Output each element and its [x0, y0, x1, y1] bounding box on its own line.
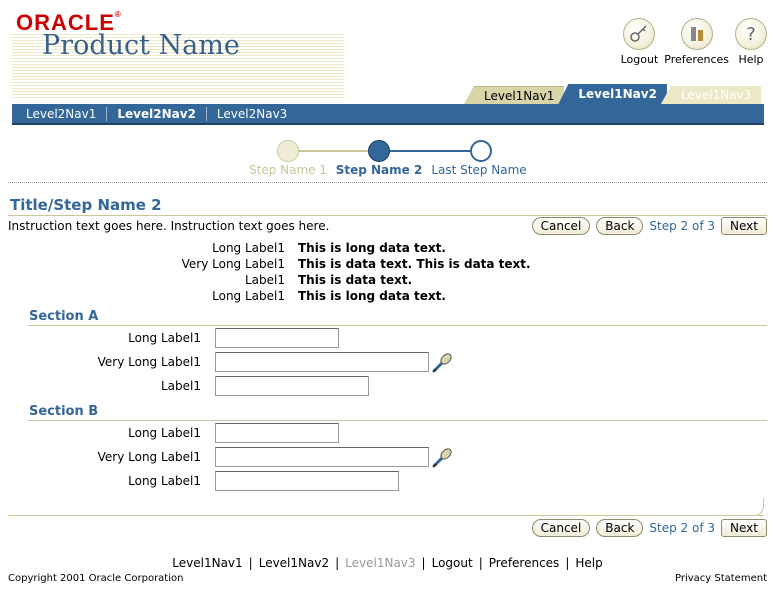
cancel-button[interactable]: Cancel	[531, 217, 591, 235]
preferences-button[interactable]: Preferences	[664, 18, 729, 66]
preferences-icon	[680, 18, 713, 50]
form-row: Long Label1	[0, 471, 775, 493]
dotted-divider	[8, 182, 767, 183]
section-b-very-long-label1-input[interactable]	[215, 447, 429, 467]
field-label: Very Long Label1	[97, 450, 201, 464]
logout-button[interactable]: Logout	[620, 18, 659, 66]
readonly-value: This is data text. This is data text.	[298, 257, 531, 271]
step-indicator-bottom: Step 2 of 3	[649, 521, 716, 535]
footer-separator: |	[421, 556, 426, 570]
branding-area: ORACLE® Product Name	[12, 10, 344, 98]
tab-level1nav3: Level1Nav3	[660, 86, 762, 104]
help-label: Help	[738, 53, 764, 66]
help-question-icon: ?	[735, 18, 767, 50]
help-button[interactable]: ? Help	[735, 18, 767, 66]
train-line-next	[389, 150, 481, 152]
footer-link-logout[interactable]: Logout	[432, 556, 473, 570]
field-label: Long Label1	[128, 426, 201, 440]
train-stop-3[interactable]	[470, 140, 492, 162]
level1-tabs: Level1Nav1 Level1Nav2 Level1Nav3	[464, 84, 762, 104]
field-label: Very Long Label1	[97, 355, 201, 369]
readonly-label: Long Label1	[212, 241, 285, 255]
form-row: Label1	[0, 376, 775, 398]
footer-link-level1nav3: Level1Nav3	[345, 556, 416, 570]
field-label: Long Label1	[128, 331, 201, 345]
product-name: Product Name	[42, 30, 240, 61]
footer-separator: |	[478, 556, 483, 570]
footer-separator: |	[565, 556, 570, 570]
step-indicator: Step 2 of 3	[649, 219, 716, 233]
nav-level2nav1[interactable]: Level2Nav1	[16, 106, 108, 121]
train-label-3[interactable]: Last Step Name	[431, 163, 526, 177]
readonly-value: This is data text.	[298, 273, 413, 287]
train-line-done	[288, 150, 379, 152]
bottom-button-row: Cancel Back Step 2 of 3 Next	[531, 519, 767, 537]
readonly-value: This is long data text.	[298, 289, 446, 303]
section-a-title: Section A	[29, 309, 99, 324]
readonly-row: Label1 This is data text.	[0, 273, 775, 289]
top-button-row: Cancel Back Step 2 of 3 Next	[531, 217, 767, 235]
readonly-value: This is long data text.	[298, 241, 446, 255]
form-row: Long Label1	[0, 328, 775, 350]
form-row: Long Label1	[0, 423, 775, 445]
global-buttons: Logout Preferences ? Help	[621, 18, 767, 66]
section-a-label1-input[interactable]	[215, 376, 369, 396]
section-b-long-label1-input-2[interactable]	[215, 471, 399, 491]
form-row: Very Long Label1	[0, 447, 775, 469]
next-button-bottom[interactable]: Next	[721, 519, 767, 537]
train-label-1[interactable]: Step Name 1	[249, 163, 327, 177]
train-label-2: Step Name 2	[335, 163, 423, 177]
section-a-rule	[28, 325, 767, 326]
instruction-text: Instruction text goes here. Instruction …	[8, 219, 330, 233]
bottom-rule	[8, 515, 764, 516]
content-curve	[752, 498, 764, 516]
footer-separator: |	[335, 556, 340, 570]
readonly-label: Label1	[244, 273, 285, 287]
train-stop-2	[368, 140, 390, 162]
step-train: Step Name 1 Step Name 2 Last Step Name	[240, 138, 540, 178]
copyright-text: Copyright 2001 Oracle Corporation	[8, 573, 184, 584]
footer-link-preferences[interactable]: Preferences	[489, 556, 560, 570]
section-b-title: Section B	[29, 404, 99, 419]
logout-label: Logout	[620, 53, 659, 66]
tab-level1nav1[interactable]: Level1Nav1	[464, 86, 565, 104]
section-a-very-long-label1-input[interactable]	[215, 352, 429, 372]
title-rule	[8, 215, 767, 216]
readonly-label: Long Label1	[212, 289, 285, 303]
page-title: Title/Step Name 2	[10, 196, 162, 214]
tab-level1nav2[interactable]: Level1Nav2	[558, 84, 667, 104]
nav-level2nav3[interactable]: Level2Nav3	[207, 107, 297, 121]
section-a-long-label1-input[interactable]	[215, 328, 339, 348]
back-button[interactable]: Back	[596, 217, 644, 235]
back-button-bottom[interactable]: Back	[596, 519, 644, 537]
nav-level2nav2[interactable]: Level2Nav2	[107, 106, 207, 121]
section-b-long-label1-input[interactable]	[215, 423, 339, 443]
train-stop-1[interactable]	[277, 140, 299, 162]
field-label: Long Label1	[128, 474, 201, 488]
readonly-row: Very Long Label1 This is data text. This…	[0, 257, 775, 273]
field-label: Label1	[160, 379, 201, 393]
footer-link-help[interactable]: Help	[575, 556, 602, 570]
privacy-statement-link[interactable]: Privacy Statement	[675, 573, 767, 584]
footer-link-level1nav2[interactable]: Level1Nav2	[259, 556, 329, 570]
cancel-button-bottom[interactable]: Cancel	[531, 519, 591, 537]
flashlight-search-icon[interactable]	[431, 352, 455, 374]
flashlight-search-icon[interactable]	[431, 447, 455, 469]
next-button[interactable]: Next	[721, 217, 767, 235]
section-b-rule	[28, 420, 767, 421]
level2-nav-bar: Level2Nav1 Level2Nav2 Level2Nav3	[12, 104, 764, 125]
form-row: Very Long Label1	[0, 352, 775, 374]
readonly-row: Long Label1 This is long data text.	[0, 289, 775, 305]
footer-link-level1nav1[interactable]: Level1Nav1	[172, 556, 242, 570]
logout-key-icon	[623, 18, 656, 50]
footer-separator: |	[248, 556, 253, 570]
readonly-row: Long Label1 This is long data text.	[0, 241, 775, 257]
footer-links: Level1Nav1 | Level1Nav2 | Level1Nav3 | Logout |…	[0, 556, 775, 570]
preferences-label: Preferences	[664, 53, 729, 66]
readonly-label: Very Long Label1	[181, 257, 285, 271]
